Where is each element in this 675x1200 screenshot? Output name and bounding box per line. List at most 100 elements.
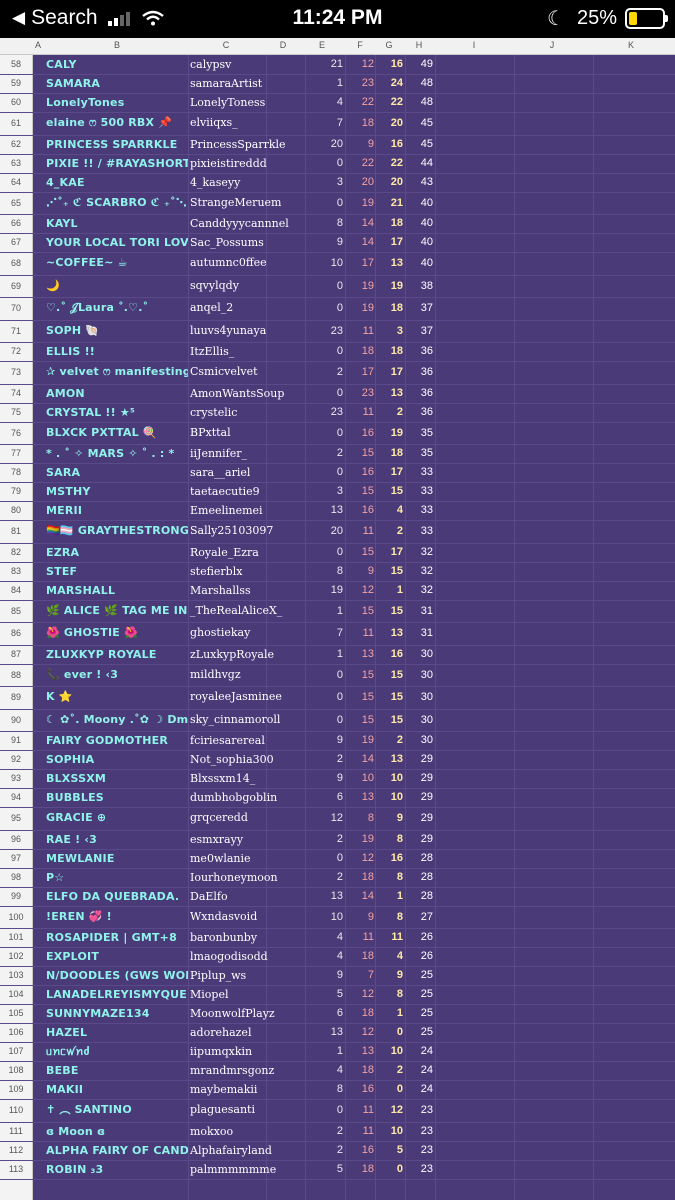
cell-username[interactable]: autumnc0ffee <box>190 252 300 275</box>
cell-col-e[interactable]: 4 <box>305 947 343 966</box>
cell-col-h[interactable]: 40 <box>405 233 433 252</box>
cell-col-g[interactable]: 0 <box>375 1080 403 1099</box>
cell-col-h[interactable]: 26 <box>405 947 433 966</box>
cell-col-h[interactable]: 32 <box>405 581 433 600</box>
cell-col-h[interactable]: 40 <box>405 192 433 215</box>
cell-col-f[interactable]: 15 <box>345 664 374 687</box>
cell-username[interactable]: Miopel <box>190 985 300 1004</box>
cell-col-f[interactable]: 14 <box>345 750 374 769</box>
cell-col-f[interactable]: 18 <box>345 1160 374 1179</box>
cell-col-h[interactable]: 25 <box>405 966 433 985</box>
cell-display-name[interactable]: ROBIN ₃3 <box>46 1160 188 1179</box>
cell-display-name[interactable]: ᥙꪀᥴꪝꪀძ <box>46 1042 188 1061</box>
cell-col-h[interactable]: 23 <box>405 1160 433 1179</box>
cell-col-f[interactable]: 16 <box>345 1080 374 1099</box>
cell-username[interactable]: MoonwolfPlayz <box>190 1004 300 1023</box>
cell-col-g[interactable]: 19 <box>375 275 403 298</box>
table-row[interactable]: 102 EXPLOIT lmaogodisodd 4 18 4 26 <box>0 947 675 967</box>
cell-username[interactable]: Canddyyycannnel <box>190 214 300 233</box>
table-row[interactable]: 76 BLXCK PXTTAL 🍭 BPxttal 0 16 19 35 <box>0 422 675 445</box>
cell-col-e[interactable]: 9 <box>305 233 343 252</box>
table-row[interactable]: 66 KAYL Canddyyycannnel 8 14 18 40 <box>0 214 675 234</box>
cell-col-h[interactable]: 40 <box>405 214 433 233</box>
cell-col-h[interactable]: 27 <box>405 906 433 929</box>
cell-username[interactable]: ItzEllis_ <box>190 342 300 361</box>
cell-col-h[interactable]: 30 <box>405 645 433 664</box>
table-row[interactable]: 90 ☾ ✿˚. Moony .˚✿ ☽ Dm sky_cinnamoroll 0 15… <box>0 709 675 732</box>
cell-col-e[interactable]: 13 <box>305 501 343 520</box>
table-row[interactable]: 67 YOUR LOCAL TORI LOVERSac_Possums 914174… <box>0 233 675 253</box>
cell-col-g[interactable]: 0 <box>375 1160 403 1179</box>
cell-username[interactable]: esmxrayy <box>190 830 300 849</box>
table-row[interactable]: 88 📞 ever ! ‹3 mildhvgz 0 15 15 30 <box>0 664 675 687</box>
cell-display-name[interactable]: ROSAPIDER | GMT+8 <box>46 928 188 947</box>
cell-col-f[interactable]: 12 <box>345 985 374 1004</box>
cell-col-g[interactable]: 16 <box>375 849 403 868</box>
cell-col-h[interactable]: 23 <box>405 1141 433 1160</box>
cell-display-name[interactable]: MAKII <box>46 1080 188 1099</box>
cell-col-e[interactable]: 0 <box>305 849 343 868</box>
table-row[interactable]: 91 FAIRY GODMOTHER fciriesarereal 9 19 2 30 <box>0 731 675 751</box>
cell-display-name[interactable]: HAZEL <box>46 1023 188 1042</box>
cell-col-h[interactable]: 43 <box>405 173 433 192</box>
cell-col-f[interactable]: 18 <box>345 947 374 966</box>
cell-col-e[interactable]: 13 <box>305 887 343 906</box>
cell-col-h[interactable]: 36 <box>405 384 433 403</box>
cell-username[interactable]: ghostiekay <box>190 622 300 645</box>
cell-display-name[interactable]: ɞ Moon ɞ <box>46 1122 188 1141</box>
cell-username[interactable]: fciriesarereal <box>190 731 300 750</box>
cell-username[interactable]: Csmicvelvet <box>190 361 300 384</box>
table-row[interactable]: 71 SOPH 🐚 luuvs4yunaya 23 11 3 37 <box>0 320 675 343</box>
cell-col-h[interactable]: 29 <box>405 788 433 807</box>
cell-col-f[interactable]: 18 <box>345 868 374 887</box>
cell-col-e[interactable]: 7 <box>305 112 343 135</box>
cell-col-e[interactable]: 2 <box>305 830 343 849</box>
table-row[interactable]: 107 ᥙꪀᥴꪝꪀძ iipumqxkin 1 13 10 24 <box>0 1042 675 1062</box>
cell-col-e[interactable]: 8 <box>305 562 343 581</box>
cell-display-name[interactable]: 🌿 ALICE 🌿 TAG ME IN GWS <box>46 600 188 623</box>
cell-col-f[interactable]: 19 <box>345 275 374 298</box>
cell-col-g[interactable]: 15 <box>375 562 403 581</box>
cell-col-f[interactable]: 22 <box>345 93 374 112</box>
cell-col-g[interactable]: 0 <box>375 1023 403 1042</box>
cell-col-e[interactable]: 2 <box>305 750 343 769</box>
cell-col-f[interactable]: 16 <box>345 501 374 520</box>
cell-col-e[interactable]: 20 <box>305 520 343 543</box>
table-row[interactable]: 105 SUNNYMAZE134 MoonwolfPlayz 6 18 1 25 <box>0 1004 675 1024</box>
cell-col-e[interactable]: 0 <box>305 422 343 445</box>
cell-col-e[interactable]: 9 <box>305 731 343 750</box>
cell-col-f[interactable]: 14 <box>345 214 374 233</box>
cell-col-f[interactable]: 16 <box>345 1141 374 1160</box>
column-header-i[interactable]: I <box>464 40 484 50</box>
table-row[interactable]: 92 SOPHIA Not_sophia300 2 14 13 29 <box>0 750 675 770</box>
cell-col-h[interactable]: 29 <box>405 769 433 788</box>
cell-col-f[interactable]: 15 <box>345 709 374 732</box>
cell-col-h[interactable]: 45 <box>405 135 433 154</box>
cell-username[interactable]: Blxssxm14_ <box>190 769 300 788</box>
cell-username[interactable]: elviiqxs_ <box>190 112 300 135</box>
column-header-j[interactable]: J <box>542 40 562 50</box>
cell-col-e[interactable]: 2 <box>305 361 343 384</box>
cell-username[interactable]: maybemakii <box>190 1080 300 1099</box>
cell-col-e[interactable]: 4 <box>305 93 343 112</box>
cell-col-f[interactable]: 17 <box>345 361 374 384</box>
cell-col-e[interactable]: 12 <box>305 807 343 830</box>
cell-col-e[interactable]: 0 <box>305 686 343 709</box>
cell-display-name[interactable]: RAE ! ‹3 <box>46 830 188 849</box>
table-row[interactable]: 100 !EREN 💞 ! Wxndasvoid 10 9 8 27 <box>0 906 675 929</box>
cell-username[interactable]: BPxttal <box>190 422 300 445</box>
table-row[interactable]: 74 AMON AmonWantsSoup 0 23 13 36 <box>0 384 675 404</box>
cell-col-g[interactable]: 17 <box>375 543 403 562</box>
cell-col-f[interactable]: 13 <box>345 788 374 807</box>
cell-username[interactable]: sara__ariel <box>190 463 300 482</box>
cell-display-name[interactable]: 4_KAE <box>46 173 188 192</box>
cell-col-g[interactable]: 15 <box>375 709 403 732</box>
cell-username[interactable]: Piplup_ws <box>190 966 300 985</box>
cell-col-h[interactable]: 29 <box>405 807 433 830</box>
cell-col-h[interactable]: 31 <box>405 622 433 645</box>
cell-col-g[interactable]: 10 <box>375 1122 403 1141</box>
table-row[interactable]: 78 SARA sara__ariel 0 16 17 33 <box>0 463 675 483</box>
cell-col-f[interactable]: 11 <box>345 928 374 947</box>
table-row[interactable]: 73 ✰ velvet ෆ manifesting Csmicvelvet 2 17 17… <box>0 361 675 385</box>
cell-col-g[interactable]: 17 <box>375 233 403 252</box>
